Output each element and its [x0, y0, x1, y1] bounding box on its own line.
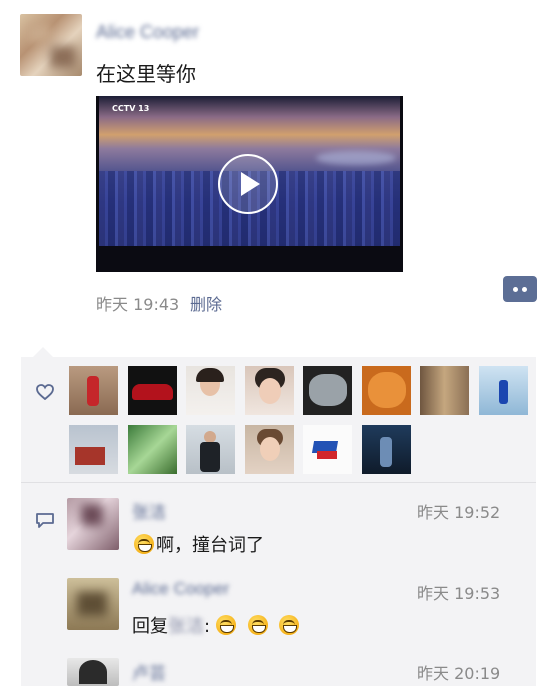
like-thumb-man-dark-coat[interactable]: [186, 425, 235, 474]
delete-link[interactable]: 删除: [190, 291, 222, 315]
like-thumb-cat[interactable]: [303, 366, 352, 415]
heart-outline-icon: [36, 384, 54, 401]
comment-author[interactable]: 张洁: [132, 498, 166, 523]
comment-text: 回复张洁:: [132, 612, 301, 638]
like-thumb-orange-cat[interactable]: [362, 366, 411, 415]
like-thumb-red-car[interactable]: [128, 366, 177, 415]
comment-icon: [35, 512, 55, 529]
comment-avatar[interactable]: [67, 498, 119, 550]
grin-emoji-icon: [215, 615, 236, 635]
comment-time: 昨天 19:52: [417, 503, 501, 522]
grin-emoji-icon: [134, 534, 154, 554]
comment-avatar[interactable]: [67, 658, 119, 686]
like-thumb-blue-dress-girl[interactable]: [479, 366, 528, 415]
comment-avatar[interactable]: [67, 578, 119, 630]
reply-prefix: 回复: [132, 616, 168, 637]
grin-emoji-icon: [279, 615, 300, 635]
like-thumb-waterfall[interactable]: [128, 425, 177, 474]
comment-author[interactable]: 卢芸: [132, 659, 166, 684]
channel-logo: CCTV 13: [112, 104, 150, 113]
author-avatar[interactable]: [20, 14, 82, 76]
play-button[interactable]: [218, 154, 278, 214]
comment-text: 啊，撞台词了: [134, 531, 264, 557]
comment-time: 昨天 20:19: [417, 664, 501, 683]
like-thumb-toy-figure[interactable]: [303, 425, 352, 474]
play-icon: [241, 172, 260, 196]
comment-author[interactable]: Alice Cooper: [132, 579, 229, 599]
reply-target[interactable]: 张洁: [168, 612, 204, 638]
like-thumb-girl-red-dress[interactable]: [69, 366, 118, 415]
author-name[interactable]: Alice Cooper: [96, 22, 199, 43]
like-thumb-girl-selfie[interactable]: [245, 366, 294, 415]
like-thumb-train-window[interactable]: [420, 366, 469, 415]
like-thumb-movie-poster[interactable]: [362, 425, 411, 474]
video-thumbnail[interactable]: CCTV 13: [96, 96, 403, 272]
panel-arrow: [33, 347, 53, 357]
post-text: 在这里等你: [96, 62, 196, 86]
more-actions-button[interactable]: [503, 276, 537, 302]
like-thumb-red-barn[interactable]: [69, 425, 118, 474]
comment-time: 昨天 19:53: [417, 584, 501, 603]
panel-divider: [21, 482, 536, 483]
like-thumb-girl-portrait[interactable]: [186, 366, 235, 415]
like-thumb-girl-smile[interactable]: [245, 425, 294, 474]
post-time: 昨天 19:43: [96, 295, 180, 314]
grin-emoji-icon: [247, 615, 268, 635]
